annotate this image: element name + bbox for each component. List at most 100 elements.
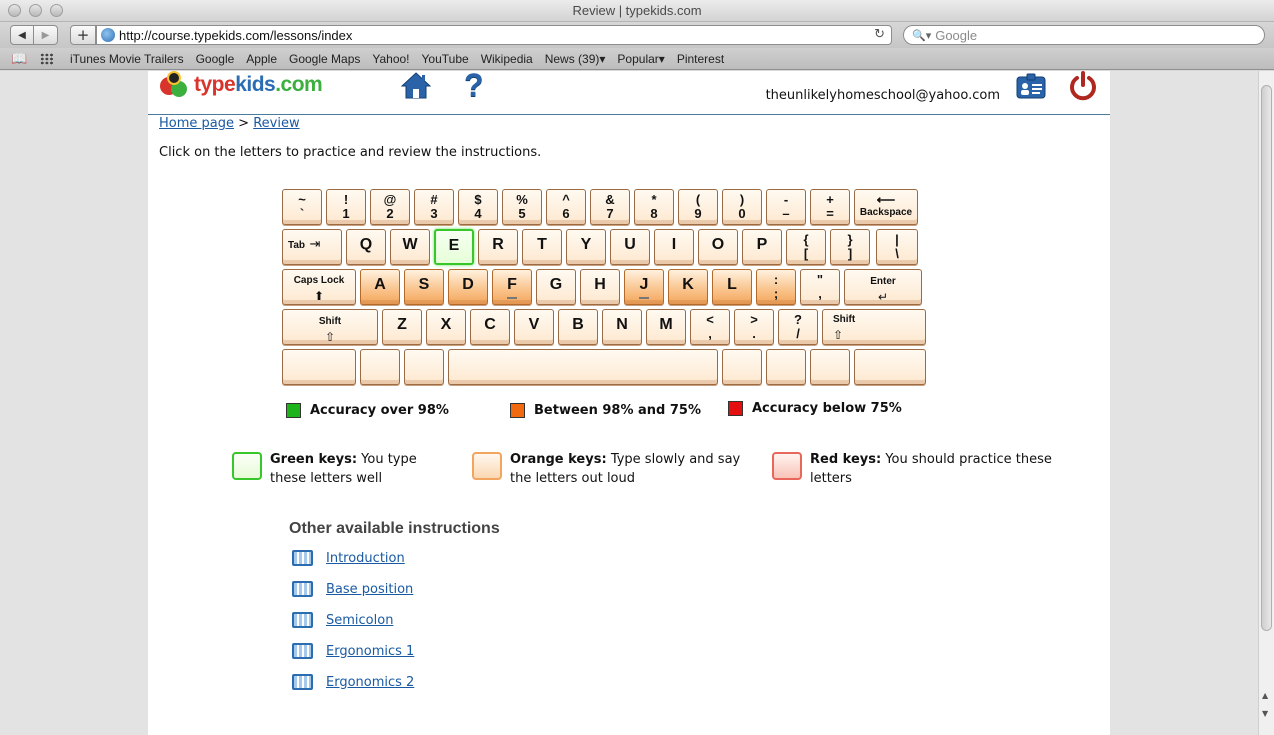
key-l[interactable]: L [712,269,752,305]
key-w[interactable]: W [390,229,430,265]
key-backspace[interactable]: ⟵ Backspace [854,189,918,225]
lesson-link-base-position[interactable]: Base position [326,582,413,597]
key-cmd-right[interactable] [722,349,762,385]
key-9[interactable]: (9 [678,189,718,225]
key-g[interactable]: G [536,269,576,305]
home-icon[interactable] [401,71,431,99]
vertical-scrollbar[interactable]: ▲ ▼ [1258,71,1274,735]
key-a[interactable]: A [360,269,400,305]
reading-list-icon[interactable]: 📖 [11,51,29,67]
add-bookmark-button[interactable]: + [70,25,96,45]
key-8[interactable]: * 8 [634,189,674,225]
key-enter[interactable]: Enter ↵ [844,269,922,305]
key-6[interactable]: ^ 6 [546,189,586,225]
key-d[interactable]: D [448,269,488,305]
orange-key-sample [472,452,502,480]
key-shift-left[interactable]: Shift ⇧ [282,309,378,345]
key-quote[interactable]: ", [800,269,840,305]
page-instruction: Click on the letters to practice and rev… [159,145,542,160]
key-4[interactable]: $4 [458,189,498,225]
bookmark-item[interactable]: Wikipedia [481,52,533,66]
key-menu[interactable] [810,349,850,385]
breadcrumb-current-link[interactable]: Review [253,116,299,131]
key-space[interactable] [448,349,718,385]
key-open-bracket[interactable]: {[ [786,229,826,265]
key-c[interactable]: C [470,309,510,345]
key-alt-left[interactable] [360,349,400,385]
key-t[interactable]: T [522,229,562,265]
key-tilde[interactable]: ~ ` [282,189,322,225]
key-k[interactable]: K [668,269,708,305]
key-q[interactable]: Q [346,229,386,265]
scroll-up-arrow-icon[interactable]: ▲ [1262,691,1268,700]
site-logo[interactable]: typekids.com [158,71,323,99]
lesson-link-ergonomics-2[interactable]: Ergonomics 2 [326,675,414,690]
lesson-link-ergonomics-1[interactable]: Ergonomics 1 [326,644,414,659]
key-i[interactable]: I [654,229,694,265]
key-2[interactable]: @2 [370,189,410,225]
key-minus[interactable]: - – [766,189,806,225]
search-input[interactable]: 🔍▾ Google [903,25,1265,45]
scrollbar-thumb[interactable] [1261,85,1272,631]
bookmark-item[interactable]: Google [196,52,235,66]
key-slash[interactable]: ? / [778,309,818,345]
key-close-bracket[interactable]: }] [830,229,870,265]
top-sites-grid-icon[interactable] [40,52,54,65]
help-question-icon[interactable]: ? [464,71,484,104]
key-u[interactable]: U [610,229,650,265]
key-tab[interactable]: Tab ⇥ [282,229,342,265]
key-f[interactable]: F [492,269,532,305]
key-e[interactable]: E [434,229,474,265]
scroll-down-arrow-icon[interactable]: ▼ [1262,709,1268,718]
key-1[interactable]: ! 1 [326,189,366,225]
key-p[interactable]: P [742,229,782,265]
key-ctrl-right[interactable] [854,349,926,385]
bookmark-folder[interactable]: Popular▾ [617,52,664,66]
lesson-item: Introduction [292,550,405,566]
key-j[interactable]: J [624,269,664,305]
bookmark-item[interactable]: iTunes Movie Trailers [70,52,184,66]
key-y[interactable]: Y [566,229,606,265]
key-alt-right[interactable] [766,349,806,385]
key-comma[interactable]: <, [690,309,730,345]
url-text[interactable]: http://course.typekids.com/lessons/index [119,28,352,43]
profile-badge-icon[interactable] [1016,73,1046,99]
key-semicolon[interactable]: :; [756,269,796,305]
lesson-link-introduction[interactable]: Introduction [326,551,405,566]
forward-button[interactable]: ▶ [34,25,58,45]
key-r[interactable]: R [478,229,518,265]
key-backslash[interactable]: | \ [876,229,918,265]
key-capslock[interactable]: Caps Lock ⬆ [282,269,356,305]
key-3[interactable]: #3 [414,189,454,225]
key-h[interactable]: H [580,269,620,305]
bookmark-item[interactable]: Pinterest [677,52,724,66]
key-equals[interactable]: + = [810,189,850,225]
key-period[interactable]: >. [734,309,774,345]
key-m[interactable]: M [646,309,686,345]
key-cmd-left[interactable] [404,349,444,385]
bookmark-item[interactable]: Apple [246,52,277,66]
key-ctrl-left[interactable] [282,349,356,385]
key-x[interactable]: X [426,309,466,345]
key-7[interactable]: & 7 [590,189,630,225]
key-shift-right[interactable]: Shift ⇧ [822,309,926,345]
key-o[interactable]: O [698,229,738,265]
logout-power-icon[interactable] [1068,71,1098,101]
reload-icon[interactable]: ↻ [874,27,885,42]
key-5[interactable]: % 5 [502,189,542,225]
lesson-link-semicolon[interactable]: Semicolon [326,613,393,628]
bookmark-item[interactable]: Yahoo! [372,52,409,66]
key-n[interactable]: N [602,309,642,345]
bookmark-item[interactable]: YouTube [422,52,469,66]
address-bar[interactable]: http://course.typekids.com/lessons/index… [96,25,892,45]
breadcrumb-home-link[interactable]: Home page [159,116,234,131]
key-0[interactable]: ) 0 [722,189,762,225]
bookmark-folder[interactable]: News (39)▾ [545,52,606,66]
key-s[interactable]: S [404,269,444,305]
legend-swatch-orange [510,403,525,418]
back-button[interactable]: ◀ [10,25,34,45]
key-z[interactable]: Z [382,309,422,345]
bookmark-item[interactable]: Google Maps [289,52,360,66]
key-v[interactable]: V [514,309,554,345]
key-b[interactable]: B [558,309,598,345]
